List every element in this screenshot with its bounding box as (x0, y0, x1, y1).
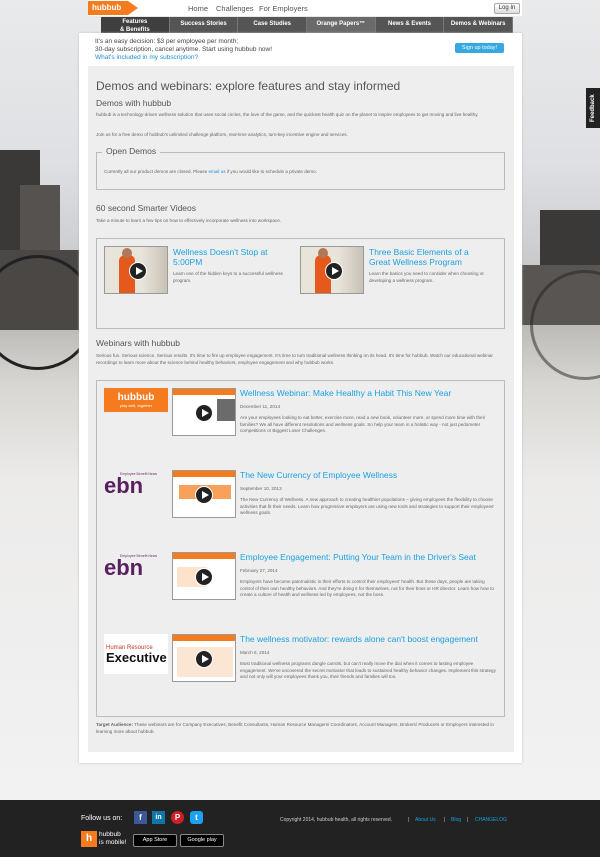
twitter-icon[interactable]: t (190, 811, 203, 824)
play-icon[interactable] (195, 486, 213, 504)
ebn-webinar-logo: Employee Benefit News ebn (104, 472, 158, 498)
webinar-date: March 6, 2014 (240, 650, 270, 655)
mobile-text: hubbub is mobile! (99, 831, 127, 846)
tab-case-studies[interactable]: Case Studies (238, 17, 308, 33)
tab-demos-webinars[interactable]: Demos & Webinars (444, 17, 514, 33)
changelog-link[interactable]: CHANGELOG (475, 817, 507, 823)
promo-banner: It's an easy decision: $3 per employee p… (95, 38, 273, 61)
webinar-thumbnail[interactable] (172, 552, 236, 600)
page-title: Demos and webinars: explore features and… (96, 79, 401, 93)
sign-up-button[interactable]: Sign up today! (455, 43, 504, 53)
nav-home[interactable]: Home (188, 4, 208, 13)
copyright: Copyright 2014, hubbub health, all right… (280, 817, 393, 823)
videos-intro: Take a minute to learn a few tips on how… (96, 218, 282, 223)
webinar-description: Most traditional wellness programs dangl… (240, 661, 496, 679)
play-icon[interactable] (195, 568, 213, 586)
demos-join: Join us for a free demo of hubbub's unli… (96, 132, 348, 137)
play-icon[interactable] (195, 650, 213, 668)
open-demos-legend: Open Demos (102, 146, 161, 156)
video-title-link[interactable]: Wellness Doesn't Stop at 5:00PM (173, 247, 283, 267)
tab-features[interactable]: Features & Benefits (101, 17, 170, 33)
video-title-link[interactable]: Three Basic Elements of a Great Wellness… (369, 247, 489, 267)
video-thumbnail[interactable] (300, 246, 364, 294)
video-description: Learn the basics you need to consider wh… (369, 271, 484, 283)
demos-heading: Demos with hubbub (96, 98, 172, 108)
tab-news-events[interactable]: News & Events (376, 17, 445, 33)
about-us-link[interactable]: About Us (415, 817, 436, 823)
subscription-link[interactable]: What's included in my subscription? (95, 54, 198, 61)
play-icon[interactable] (325, 262, 343, 280)
demos-intro: hubbub is a technology-driven wellness s… (96, 112, 479, 117)
webinar-thumbnail[interactable] (172, 388, 236, 436)
webinar-title-link[interactable]: Employee Engagement: Putting Your Team i… (240, 552, 500, 562)
webinar-date: February 27, 2014 (240, 568, 278, 573)
main-tabs: Features & Benefits Success Stories Case … (101, 17, 514, 33)
webinar-title-link[interactable]: The New Currency of Employee Wellness (240, 470, 500, 480)
webinar-date: December 11, 2014 (240, 404, 281, 409)
webinar-description: The New Currency of Wellness. A new appr… (240, 497, 495, 515)
webinars-heading: Webinars with hubbub (96, 338, 180, 348)
webinar-description: Employers have become paternalistic in t… (240, 579, 494, 597)
webinars-intro: Serious fun. Serious science. Serious re… (96, 353, 493, 365)
login-button[interactable]: Log In (494, 3, 520, 14)
tab-success-stories[interactable]: Success Stories (170, 17, 239, 33)
webinar-thumbnail[interactable] (172, 634, 236, 682)
follow-us-label: Follow us on: (81, 815, 123, 822)
nav-for-employers[interactable]: For Employers (259, 4, 308, 13)
footer (0, 800, 600, 857)
play-icon[interactable] (195, 404, 213, 422)
webinar-title-link[interactable]: The wellness motivator: rewards alone ca… (240, 634, 500, 644)
tab-orange-papers[interactable]: Orange Papers™ (307, 17, 376, 33)
videos-heading: 60 second Smarter Videos (96, 203, 197, 213)
webinar-thumbnail[interactable] (172, 470, 236, 518)
google-play-button[interactable]: Google play (180, 834, 224, 847)
feedback-button[interactable]: Feedback (586, 88, 600, 128)
ebn-webinar-logo: Employee Benefit News ebn (104, 554, 158, 580)
pinterest-icon[interactable]: P (171, 811, 184, 824)
hubbub-mobile-logo: h (81, 831, 97, 847)
app-store-button[interactable]: App Store (133, 834, 177, 847)
open-demos-text: Currently all our product demos are clos… (104, 169, 317, 174)
target-audience: Target Audience: These webinars are for … (96, 722, 494, 734)
email-us-link[interactable]: email us (208, 169, 225, 174)
webinar-date: September 10, 2013 (240, 486, 282, 491)
facebook-icon[interactable]: f (134, 811, 147, 824)
hr-executive-webinar-logo: Human Resource Executive (104, 634, 168, 674)
blog-link[interactable]: Blog (451, 817, 461, 823)
webinar-description: Are your employees looking to eat better… (240, 415, 486, 433)
hubbub-logo[interactable]: hubbub (88, 1, 138, 15)
hubbub-webinar-logo: hubbub play well, together (104, 388, 168, 412)
nav-challenges[interactable]: Challenges (216, 4, 254, 13)
video-thumbnail[interactable] (104, 246, 168, 294)
video-description: Learn one of the hidden keys to a succes… (173, 271, 283, 283)
linkedin-icon[interactable]: in (152, 811, 165, 824)
webinar-title-link[interactable]: Wellness Webinar: Make Healthy a Habit T… (240, 388, 500, 398)
play-icon[interactable] (129, 262, 147, 280)
